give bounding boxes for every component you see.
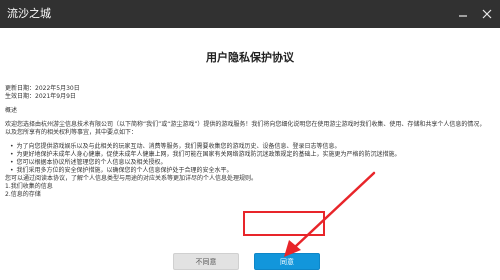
intro-paragraph: 欢迎您选择由杭州游尘信息技术有限公司（以下简称“我们”或“游尘游戏”）提供的游戏… xyxy=(5,121,486,136)
decline-button[interactable]: 不同意 xyxy=(173,253,239,270)
document-body[interactable]: 更新日期：2022年5月30日 生效日期：2021年9月9日 概述 欢迎您选择由… xyxy=(5,85,490,199)
section-heading: 1.我们收集的信息 xyxy=(5,183,53,190)
agree-button[interactable]: 同意 xyxy=(254,253,320,270)
bullet-item: 为更好地保护未成年人身心健康，促使未成年人健康上网，我们可能在国家有关网络游戏防… xyxy=(5,151,490,159)
outro-paragraph: 您可以通过阅读本协议，了解个人信息类型与用途的对应关系等更加详尽的个人信息处理规… xyxy=(5,175,258,182)
close-icon[interactable] xyxy=(480,7,494,21)
overview-heading: 概述 xyxy=(5,107,18,114)
updated-date: 更新日期：2022年5月30日 xyxy=(5,85,80,92)
window-controls xyxy=(456,0,494,28)
bullet-item: 为了向您提供游戏娱乐以及与此相关的玩家互动、消费等服务，我们需要收集您的游戏历史… xyxy=(5,143,490,151)
effective-date: 生效日期：2021年9月9日 xyxy=(5,93,76,100)
privacy-dialog: 用户隐私保护协议 更新日期：2022年5月30日 生效日期：2021年9月9日 … xyxy=(0,28,500,280)
window-titlebar: 流沙之城 xyxy=(0,0,500,28)
bullet-item: 您可以根据本协议所述管理您的个人信息以及相关授权。 xyxy=(5,159,490,167)
minimize-icon[interactable] xyxy=(456,7,470,21)
dialog-footer: 不同意 同意 xyxy=(0,243,500,280)
section-heading: 2.信息的存储 xyxy=(5,191,41,198)
bullet-item: 我们采用多方位的安全保护措施，以确保您的个人信息保护处于合理的安全水平。 xyxy=(5,167,490,175)
document-title: 用户隐私保护协议 xyxy=(206,51,294,64)
window-title: 流沙之城 xyxy=(7,7,51,20)
